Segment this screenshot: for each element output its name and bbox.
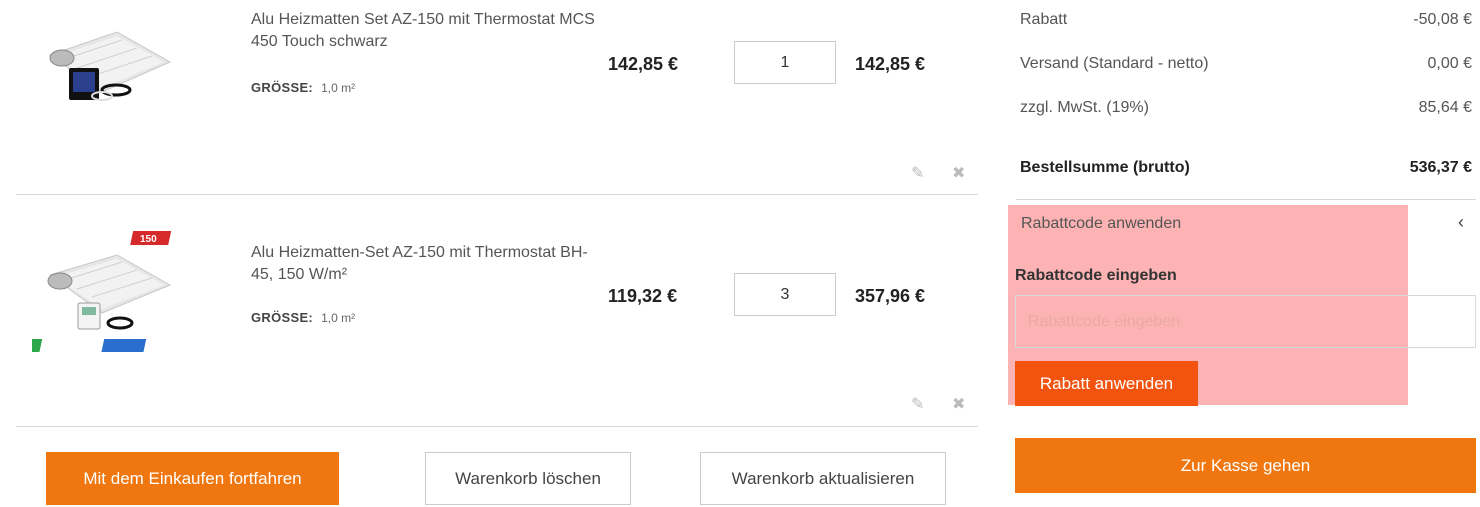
summary-value: -50,08 € [1413, 11, 1472, 28]
clear-cart-button[interactable]: Warenkorb löschen [425, 452, 631, 505]
cart-item-row: Alu Heizmatten Set AZ-150 mit Thermostat… [16, 0, 978, 195]
product-badge: 150 [140, 234, 157, 245]
coupon-input[interactable] [1015, 295, 1476, 348]
chevron-left-icon[interactable]: ‹ [1458, 212, 1464, 233]
cart-item-row: 150 ErP Alu Heizmatten-Set AZ-150 mit Th… [9, 195, 978, 427]
summary-label: zzgl. MwSt. (19%) [1020, 99, 1149, 116]
quantity-input[interactable]: 1 [734, 41, 836, 84]
summary-row-discount: Rabatt -50,08 € [1020, 11, 1472, 29]
size-label: GRÖSSE: [251, 80, 314, 95]
quantity-input[interactable]: 3 [734, 273, 836, 316]
summary-row-total: Bestellsumme (brutto) 536,37 € [1020, 159, 1472, 177]
summary-label: Rabatt [1020, 11, 1068, 28]
summary-row-shipping: Versand (Standard - netto) 0,00 € [1020, 55, 1472, 73]
product-image[interactable] [32, 0, 172, 130]
size-label: GRÖSSE: [251, 310, 314, 325]
unit-price: 119,32 € [608, 286, 678, 306]
coupon-toggle[interactable]: Rabattcode anwenden [1021, 215, 1181, 233]
summary-value: 85,64 € [1418, 99, 1472, 116]
summary-divider [1016, 199, 1476, 200]
size-value: 1,0 m² [321, 311, 356, 325]
apply-coupon-button[interactable]: Rabatt anwenden [1015, 361, 1198, 406]
order-total-value: 536,37 € [1409, 159, 1472, 176]
update-cart-button[interactable]: Warenkorb aktualisieren [700, 452, 946, 505]
summary-value: 0,00 € [1427, 55, 1472, 72]
summary-label: Versand (Standard - netto) [1020, 55, 1209, 72]
product-name[interactable]: Alu Heizmatten Set AZ-150 mit Thermostat… [251, 9, 601, 53]
continue-shopping-button[interactable]: Mit dem Einkaufen fortfahren [46, 452, 339, 505]
order-total-label: Bestellsumme (brutto) [1020, 159, 1190, 176]
product-size: GRÖSSE: 1,0 m² [251, 80, 355, 95]
coupon-field-label: Rabattcode eingeben [1015, 267, 1177, 284]
line-subtotal: 357,96 € [855, 286, 926, 306]
product-size: GRÖSSE: 1,0 m² [251, 310, 355, 325]
close-icon[interactable]: ✖ [952, 163, 965, 183]
summary-row-tax: zzgl. MwSt. (19%) 85,64 € [1020, 99, 1472, 117]
pencil-icon[interactable]: ✎ [911, 163, 924, 183]
checkout-button[interactable]: Zur Kasse gehen [1015, 438, 1476, 493]
unit-price: 142,85 € [608, 54, 679, 74]
product-image[interactable]: 150 ErP [9, 227, 172, 357]
pencil-icon[interactable]: ✎ [911, 394, 924, 414]
line-subtotal: 142,85 € [855, 54, 926, 74]
close-icon[interactable]: ✖ [952, 394, 965, 414]
size-value: 1,0 m² [321, 81, 356, 95]
erp-label: ErP [41, 343, 53, 350]
product-name[interactable]: Alu Heizmatten-Set AZ-150 mit Thermostat… [251, 242, 601, 286]
